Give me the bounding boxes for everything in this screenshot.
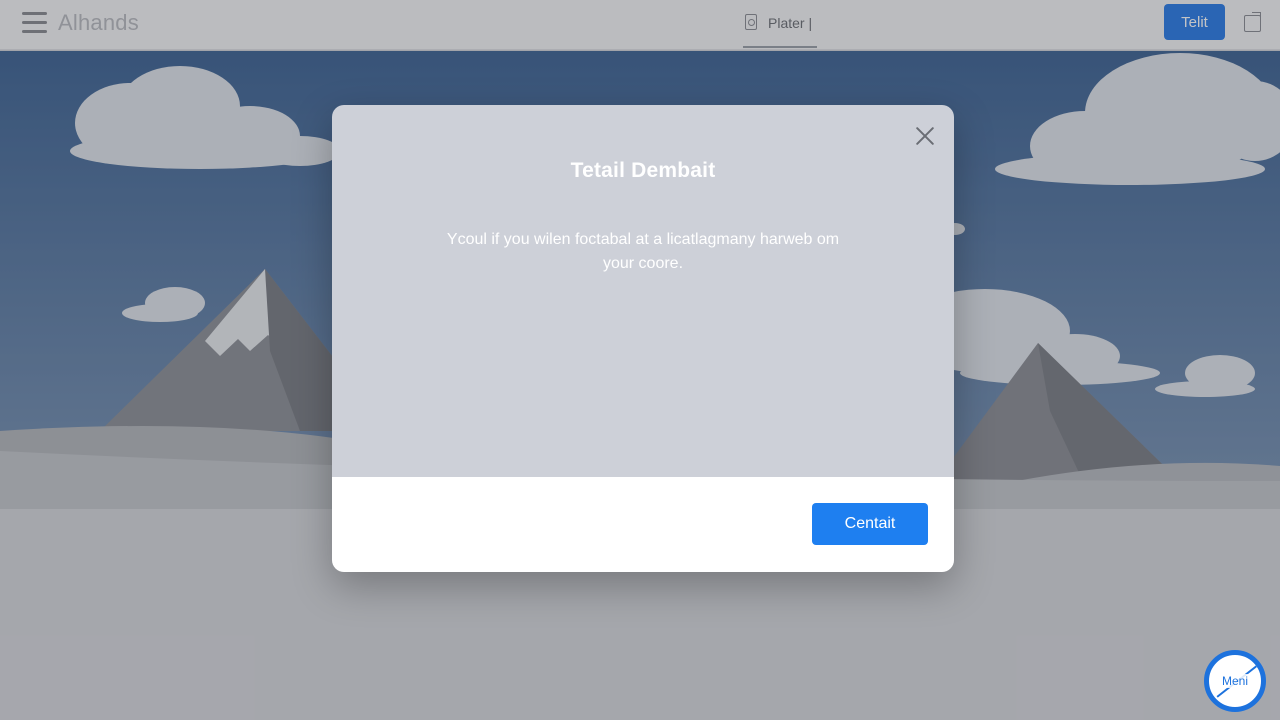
modal-message: Ycoul if you wilen foctabal at a licatla…	[446, 231, 840, 272]
modal-title: Tetail Dembait	[570, 159, 716, 182]
modal-dialog: Tetail Dembait Ycoul if you wilen foctab…	[332, 105, 954, 572]
floating-menu-button[interactable]: Meni	[1204, 650, 1266, 712]
floating-menu-label: Meni	[1215, 674, 1255, 688]
modal-footer: Centait	[332, 477, 954, 572]
close-icon[interactable]	[914, 125, 936, 147]
confirm-button[interactable]: Centait	[812, 503, 928, 545]
modal-body: Tetail Dembait Ycoul if you wilen foctab…	[332, 105, 954, 477]
